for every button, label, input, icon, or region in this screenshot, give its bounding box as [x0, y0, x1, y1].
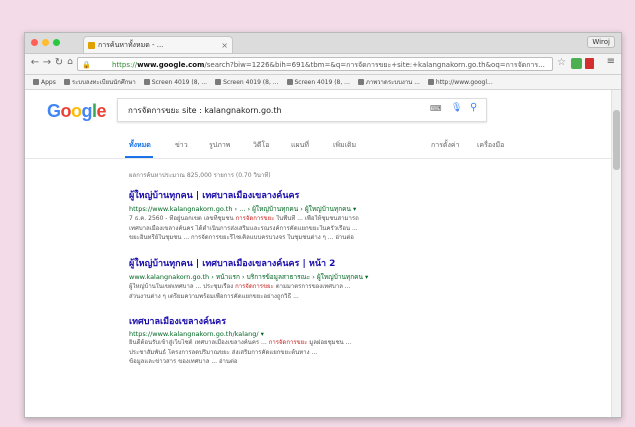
tab-bar: การค้นหาทั้งหมด - ... × Wiroj — [25, 33, 621, 54]
result-url[interactable]: https://www.kalangnakorn.go.th/kalang/ ▾ — [129, 330, 479, 338]
extension-icon[interactable] — [571, 58, 582, 69]
result-snippet: ข้อมูลและข่าวสาร ของเทศบาล ... อ่านต่อ — [129, 358, 238, 365]
scrollbar[interactable] — [611, 90, 621, 417]
search-result: เทศบาลเมืองเขลางค์นคร https://www.kalang… — [129, 314, 479, 367]
tab-favicon-icon — [88, 42, 95, 49]
bookmark-item[interactable]: ระบบลงทะเบียนนักศึกษา — [63, 77, 136, 87]
result-title-link[interactable]: ผู้ใหญ่บ้านทุกคน | เทศบาลเมืองเขลางค์นคร… — [129, 256, 479, 270]
extension-red-icon[interactable] — [585, 58, 594, 69]
apps-icon — [33, 79, 39, 85]
browser-window: การค้นหาทั้งหมด - ... × Wiroj ← → ↻ ⌂ 🔒 … — [24, 32, 622, 418]
bookmark-apps[interactable]: Apps — [33, 79, 56, 86]
star-icon[interactable]: ☆ — [557, 57, 566, 68]
bookmark-icon — [215, 79, 222, 85]
bookmark-icon — [143, 79, 150, 85]
home-icon[interactable]: ⌂ — [64, 57, 76, 67]
tab-close-icon[interactable]: × — [221, 37, 228, 53]
search-tabs: ทั้งหมด ข่าว รูปภาพ วิดีโอ แผนที่ เพิ่มเ… — [129, 140, 601, 158]
bookmark-item[interactable]: ภาพวาดระบบงาน ... — [357, 77, 420, 87]
scroll-thumb[interactable] — [613, 110, 620, 170]
bookmark-icon — [357, 79, 364, 85]
tab-title: การค้นหาทั้งหมด - ... — [98, 41, 164, 49]
tab-videos[interactable]: วิดีโอ — [253, 140, 269, 151]
result-snippet: ยินดีต้อนรับเข้าสู่เว็บไซต์ เทศบาลเมืองเ… — [129, 339, 352, 346]
bookmarks-bar: Apps ระบบลงทะเบียนนักศึกษา Screen 4019 (… — [25, 75, 621, 90]
url-scheme: https:// — [112, 61, 138, 69]
tab-tools[interactable]: เครื่องมือ — [477, 140, 504, 151]
google-logo[interactable]: Google — [47, 101, 107, 122]
bookmark-item[interactable]: Screen 4019 (8, ... — [215, 79, 279, 86]
result-title-link[interactable]: เทศบาลเมืองเขลางค์นคร — [129, 314, 479, 328]
back-arrow-icon[interactable]: ← — [29, 57, 41, 68]
url-domain: www.google.com — [137, 61, 205, 69]
result-stats: ผลการค้นหาประมาณ 825,000 รายการ (0.70 วิ… — [129, 172, 271, 179]
search-icon[interactable]: ⚲ — [470, 102, 477, 113]
result-url[interactable]: https://www.kalangnakorn.go.th › ... › ผ… — [129, 204, 479, 214]
tab-all[interactable]: ทั้งหมด — [129, 140, 151, 151]
microphone-icon[interactable]: 🎙 — [451, 103, 462, 113]
bookmark-icon — [286, 79, 293, 85]
search-results-page: Google การจัดการขยะ site : kalangnakorn.… — [25, 90, 621, 417]
keyboard-icon[interactable]: ⌨ — [430, 104, 442, 113]
address-bar[interactable]: 🔒 https://www.google.com/search?biw=1226… — [77, 57, 553, 71]
tab-settings[interactable]: การตั้งค่า — [431, 140, 460, 151]
result-snippet: ประชาสัมพันธ์ โครงการลดปริมาณขยะ ส่งเสริ… — [129, 348, 318, 356]
profile-button[interactable]: Wiroj — [587, 36, 615, 48]
result-title-link[interactable]: ผู้ใหญ่บ้านทุกคน | เทศบาลเมืองเขลางค์นคร — [129, 188, 479, 202]
bookmark-item[interactable]: http://www.googl... — [427, 79, 493, 86]
minimize-dot-icon[interactable] — [42, 39, 49, 46]
tab-maps[interactable]: แผนที่ — [291, 140, 309, 151]
window-controls — [31, 39, 60, 46]
bookmark-icon — [427, 79, 434, 85]
search-result: ผู้ใหญ่บ้านทุกคน | เทศบาลเมืองเขลางค์นคร… — [129, 188, 479, 243]
tab-images[interactable]: รูปภาพ — [209, 140, 230, 151]
browser-toolbar: ← → ↻ ⌂ 🔒 https://www.google.com/search?… — [25, 54, 621, 75]
result-snippet: ขยะอินทรีย์ในชุมชน ... การจัดการขยะรีไซเ… — [129, 234, 354, 241]
bookmark-item[interactable]: Screen 4019 (8, ... — [286, 79, 350, 86]
menu-icon[interactable]: ≡ — [607, 56, 615, 67]
tabs-divider — [25, 158, 611, 159]
result-url[interactable]: www.kalangnakorn.go.th › หน้าแรก › บริกา… — [129, 272, 479, 282]
browser-tab[interactable]: การค้นหาทั้งหมด - ... × — [83, 36, 233, 53]
maximize-dot-icon[interactable] — [53, 39, 60, 46]
bookmark-icon — [63, 79, 70, 85]
result-snippet: ส่วนงานต่าง ๆ เตรียมความพร้อมเพื่อการคัด… — [129, 292, 299, 300]
search-result: ผู้ใหญ่บ้านทุกคน | เทศบาลเมืองเขลางค์นคร… — [129, 256, 479, 301]
result-snippet: เทศบาลเมืองเขลางค์นคร ได้ดำเนินการส่งเสร… — [129, 224, 358, 232]
forward-arrow-icon[interactable]: → — [41, 57, 53, 68]
tab-news[interactable]: ข่าว — [175, 140, 188, 151]
url-path: /search?biw=1226&bih=691&tbm=&q=การจัดกา… — [204, 61, 545, 69]
result-snippet: 7 ธ.ค. 2560 - ที่อยู่นอกเขต เลขที่ชุมชน … — [129, 215, 359, 222]
bookmark-item[interactable]: Screen 4019 (8, ... — [143, 79, 207, 86]
lock-icon: 🔒 — [82, 61, 91, 69]
close-dot-icon[interactable] — [31, 39, 38, 46]
tab-more[interactable]: เพิ่มเติม — [333, 140, 356, 151]
result-snippet: ผู้ใหญ่บ้านในเขตเทศบาล ... ประชุมเรื่อง … — [129, 283, 351, 290]
